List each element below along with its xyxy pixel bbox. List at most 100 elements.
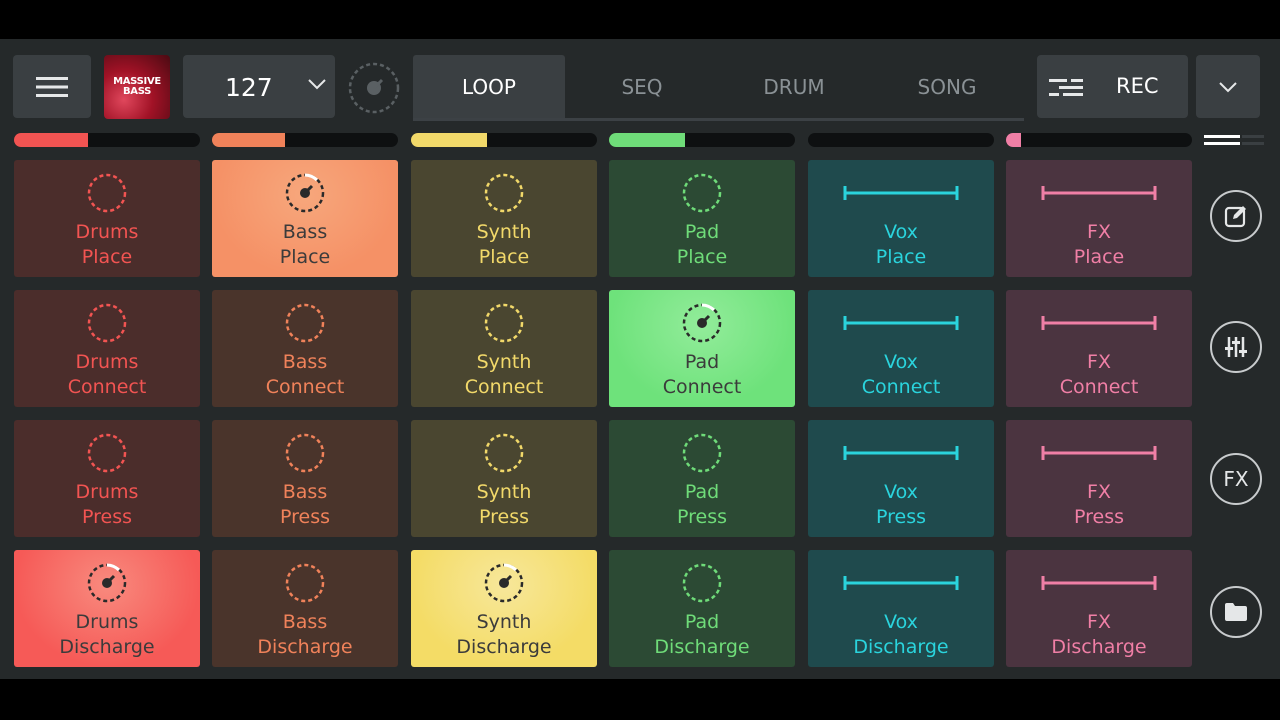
pad-drums-place[interactable]: Drums Place	[14, 160, 200, 277]
pad-drums-press[interactable]: Drums Press	[14, 420, 200, 537]
pad-vox-connect[interactable]: Vox Connect	[808, 290, 994, 407]
pad-clip-label: Press	[676, 506, 727, 528]
pad-track-label: Bass	[282, 221, 328, 243]
mixer-icon	[1225, 337, 1247, 357]
pad-track-label: Vox	[884, 221, 918, 243]
pad-fx-place[interactable]: FX Place	[1006, 160, 1192, 277]
folder-button[interactable]	[1210, 586, 1262, 638]
pad-track-label: Pad	[684, 221, 720, 243]
dashed-circle-icon	[609, 430, 795, 476]
edit-icon	[1224, 206, 1246, 228]
dashed-circle-icon	[14, 300, 200, 346]
pad-fx-connect[interactable]: FX Connect	[1006, 290, 1192, 407]
pad-track-label: Pad	[684, 481, 720, 503]
line-segment-icon	[1006, 170, 1192, 216]
pad-pad-press[interactable]: Pad Press	[609, 420, 795, 537]
pad-bass-discharge[interactable]: Bass Discharge	[212, 550, 398, 667]
pad-fx-press[interactable]: FX Press	[1006, 420, 1192, 537]
pad-clip-label: Place	[1073, 246, 1125, 268]
pad-track-label: Vox	[884, 611, 918, 633]
dashed-circle-icon	[411, 430, 597, 476]
pad-synth-discharge[interactable]: Synth Discharge	[411, 550, 597, 667]
pad-track-label: FX	[1087, 221, 1111, 243]
pad-clip-label: Connect	[662, 376, 742, 398]
pad-vox-discharge[interactable]: Vox Discharge	[808, 550, 994, 667]
pad-clip-label: Press	[81, 506, 132, 528]
pad-clip-label: Discharge	[853, 636, 949, 658]
pad-pad-place[interactable]: Pad Place	[609, 160, 795, 277]
hamburger-icon	[36, 76, 68, 97]
pad-clip-label: Press	[478, 506, 529, 528]
pad-bass-connect[interactable]: Bass Connect	[212, 290, 398, 407]
pad-clip-label: Place	[875, 246, 927, 268]
dashed-circle-icon	[212, 300, 398, 346]
playing-knob-icon	[609, 300, 795, 346]
pad-clip-label: Place	[279, 246, 331, 268]
folder-icon	[1225, 603, 1247, 621]
pad-pad-discharge[interactable]: Pad Discharge	[609, 550, 795, 667]
pad-synth-place[interactable]: Synth Place	[411, 160, 597, 277]
pad-track-label: Pad	[684, 611, 720, 633]
playing-knob-icon	[212, 170, 398, 216]
level-meter-drums	[14, 133, 200, 147]
menu-button[interactable]	[13, 55, 91, 118]
dashed-circle-icon	[609, 560, 795, 606]
pad-clip-label: Press	[1073, 506, 1124, 528]
tab-song[interactable]: SONG	[871, 55, 1023, 118]
tab-loop[interactable]: LOOP	[413, 55, 565, 118]
pad-clip-label: Connect	[464, 376, 544, 398]
line-segment-icon	[808, 560, 994, 606]
mixer-button[interactable]	[1210, 321, 1262, 373]
more-options-button[interactable]	[1196, 55, 1260, 118]
pad-drums-discharge[interactable]: Drums Discharge	[14, 550, 200, 667]
pad-track-label: Synth	[476, 221, 532, 243]
pad-bass-press[interactable]: Bass Press	[212, 420, 398, 537]
edit-button[interactable]	[1210, 190, 1262, 242]
dashed-circle-icon	[14, 170, 200, 216]
pad-track-label: Vox	[884, 481, 918, 503]
bpm-selector[interactable]: 127	[183, 55, 335, 118]
pad-clip-label: Press	[279, 506, 330, 528]
level-meter-vox	[808, 133, 994, 147]
tab-drum[interactable]: DRUM	[718, 55, 870, 118]
master-level-icon	[1204, 135, 1264, 145]
tab-seq[interactable]: SEQ	[566, 55, 718, 118]
album-art[interactable]: MASSIVE BASS	[104, 55, 170, 119]
pad-vox-press[interactable]: Vox Press	[808, 420, 994, 537]
pad-track-label: FX	[1087, 351, 1111, 373]
level-meter-synth	[411, 133, 597, 147]
pad-track-label: Drums	[75, 611, 139, 633]
pad-clip-label: Connect	[861, 376, 941, 398]
line-segment-icon	[808, 300, 994, 346]
pad-clip-label: Connect	[265, 376, 345, 398]
dashed-circle-icon	[411, 170, 597, 216]
line-segment-icon	[808, 430, 994, 476]
record-button[interactable]: REC	[1037, 55, 1188, 118]
chevron-down-icon	[1219, 81, 1237, 92]
tempo-knob-icon[interactable]	[347, 61, 401, 115]
fx-button[interactable]: FX	[1210, 453, 1262, 505]
line-segment-icon	[1006, 560, 1192, 606]
level-meter-fill	[411, 133, 488, 147]
record-lines-icon	[1049, 79, 1083, 96]
pad-track-label: Drums	[75, 351, 139, 373]
pad-clip-label: Place	[81, 246, 133, 268]
bpm-value: 127	[225, 73, 273, 102]
pad-fx-discharge[interactable]: FX Discharge	[1006, 550, 1192, 667]
mode-tabs: LOOP SEQ DRUM SONG	[413, 55, 1024, 121]
pad-synth-connect[interactable]: Synth Connect	[411, 290, 597, 407]
line-segment-icon	[1006, 300, 1192, 346]
pad-bass-place[interactable]: Bass Place	[212, 160, 398, 277]
level-meter-pad	[609, 133, 795, 147]
dashed-circle-icon	[212, 430, 398, 476]
pad-clip-label: Discharge	[456, 636, 552, 658]
pad-clip-label: Discharge	[59, 636, 155, 658]
pad-track-label: Drums	[75, 221, 139, 243]
pad-vox-place[interactable]: Vox Place	[808, 160, 994, 277]
pad-synth-press[interactable]: Synth Press	[411, 420, 597, 537]
pad-track-label: FX	[1087, 481, 1111, 503]
pad-drums-connect[interactable]: Drums Connect	[14, 290, 200, 407]
pad-pad-connect[interactable]: Pad Connect	[609, 290, 795, 407]
pad-clip-label: Place	[676, 246, 728, 268]
pad-clip-label: Place	[478, 246, 530, 268]
